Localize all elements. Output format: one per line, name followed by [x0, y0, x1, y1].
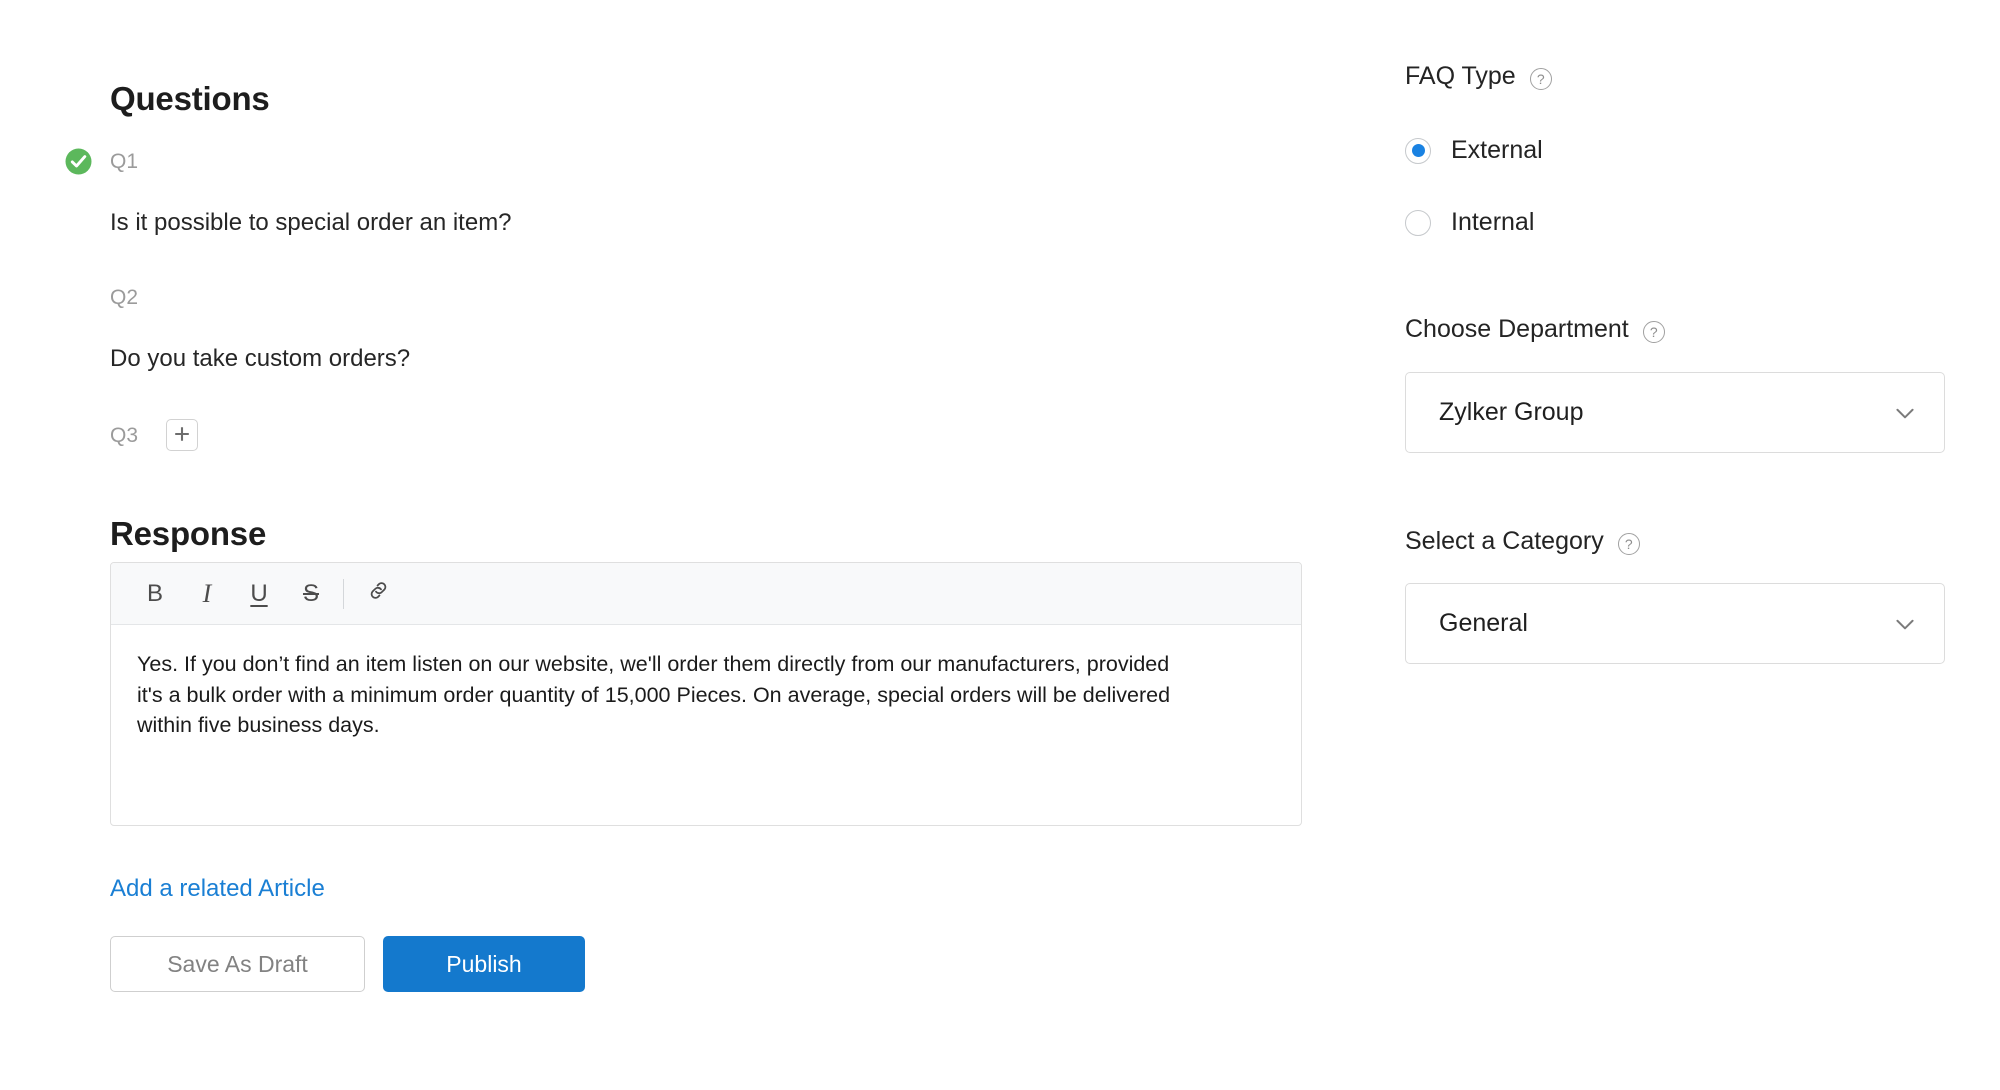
question-text-q1[interactable]: Is it possible to special order an item? — [110, 209, 512, 237]
radio-label-internal: Internal — [1451, 208, 1535, 236]
radio-label-external: External — [1451, 136, 1543, 164]
select-category-label-text: Select a Category — [1405, 527, 1604, 555]
faq-settings-sidebar: FAQ Type ? External Internal Choose Depa… — [1350, 0, 2000, 1090]
question-label-q2: Q2 — [110, 286, 139, 309]
radio-indicator-external[interactable] — [1405, 137, 1431, 164]
help-icon-category[interactable]: ? — [1617, 532, 1640, 555]
question-text-q2[interactable]: Do you take custom orders? — [110, 345, 410, 373]
save-as-draft-button[interactable]: Save As Draft — [110, 936, 365, 992]
response-body-text: Yes. If you don’t find an item listen on… — [137, 652, 1171, 738]
question-label-q3: Q3 — [110, 424, 139, 447]
choose-department-label-text: Choose Department — [1405, 315, 1629, 343]
question-completed-check-icon — [65, 148, 92, 175]
editor-toolbar: B I U S — [111, 563, 1301, 625]
add-question-button[interactable] — [166, 419, 198, 451]
department-dropdown[interactable]: Zylker Group — [1405, 372, 1945, 453]
question-label-q1: Q1 — [110, 150, 139, 173]
faq-editor-main-column: Questions Q1 Is it possible to special o… — [0, 0, 1350, 1090]
toolbar-divider — [343, 578, 344, 609]
radio-option-internal[interactable]: Internal — [1405, 208, 1534, 237]
choose-department-label: Choose Department ? — [1405, 315, 1665, 344]
plus-icon — [173, 425, 191, 446]
category-dropdown[interactable]: General — [1405, 583, 1945, 664]
add-related-article-link[interactable]: Add a related Article — [110, 875, 325, 903]
faq-type-label: FAQ Type ? — [1405, 62, 1552, 91]
help-icon-faq-type[interactable]: ? — [1529, 67, 1552, 90]
insert-link-button[interactable] — [352, 571, 404, 617]
link-icon — [366, 578, 391, 610]
page-title-questions: Questions — [110, 80, 270, 118]
category-selected-value: General — [1439, 609, 1528, 637]
chevron-down-icon — [1892, 400, 1918, 426]
bold-button[interactable]: B — [129, 571, 181, 617]
radio-indicator-internal[interactable] — [1405, 209, 1431, 236]
publish-button[interactable]: Publish — [383, 936, 585, 992]
response-editor: B I U S Yes. If you don’t find an item l… — [110, 562, 1302, 826]
italic-button[interactable]: I — [181, 571, 233, 617]
select-category-label: Select a Category ? — [1405, 527, 1640, 556]
department-selected-value: Zylker Group — [1439, 398, 1584, 426]
faq-type-label-text: FAQ Type — [1405, 62, 1516, 90]
page-title-response: Response — [110, 515, 267, 553]
chevron-down-icon — [1892, 611, 1918, 637]
strikethrough-button[interactable]: S — [285, 571, 337, 617]
radio-option-external[interactable]: External — [1405, 136, 1543, 165]
help-icon-department[interactable]: ? — [1642, 320, 1665, 343]
response-text-area[interactable]: Yes. If you don’t find an item listen on… — [111, 625, 1301, 741]
underline-button[interactable]: U — [233, 571, 285, 617]
